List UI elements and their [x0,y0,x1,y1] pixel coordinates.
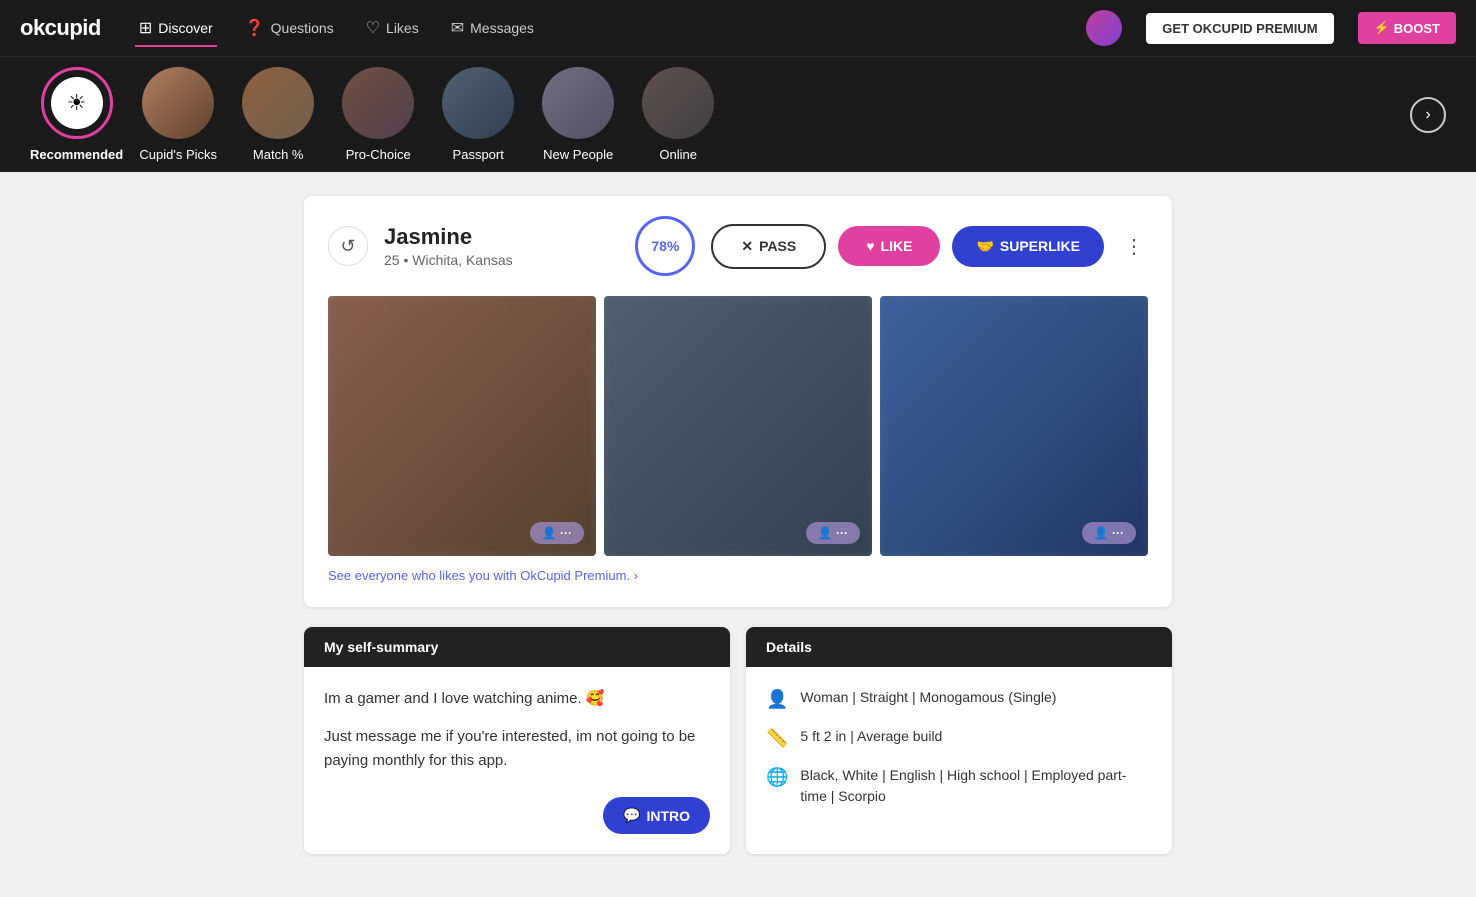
online-label: Online [659,147,697,162]
discover-next-button[interactable]: › [1410,97,1446,133]
new-people-thumb [542,67,614,139]
pro-choice-thumb [342,67,414,139]
premium-button[interactable]: GET OKCUPID PREMIUM [1146,13,1333,44]
pass-x-icon: ✕ [741,238,753,255]
bottom-grid: My self-summary Im a gamer and I love wa… [304,627,1172,854]
background-text: Black, White | English | High school | E… [800,765,1152,807]
self-summary-header: My self-summary [304,627,730,667]
nav-item-discover[interactable]: ⊞ Discover [135,10,217,46]
navbar: okcupid ⊞ Discover ❓ Questions ♡ Likes ✉… [0,0,1476,56]
intro-chat-icon: 💬 [623,807,640,824]
discover-item-passport[interactable]: Passport [433,67,523,162]
nav-label-discover: Discover [158,20,212,36]
discover-item-pro-choice[interactable]: Pro-Choice [333,67,423,162]
details-row-1: 👤 Woman | Straight | Monogamous (Single) [766,687,1152,710]
nav-label-questions: Questions [271,20,334,36]
action-buttons: ✕ PASS ♥ LIKE 🤝 SUPERLIKE [711,224,1104,269]
premium-link[interactable]: See everyone who likes you with OkCupid … [328,568,1148,583]
messages-icon: ✉ [451,18,464,38]
online-thumb [642,67,714,139]
self-summary-section: My self-summary Im a gamer and I love wa… [304,627,730,854]
match-thumb [242,67,314,139]
boost-button[interactable]: ⚡ BOOST [1358,12,1456,44]
match-percentage: 78% [635,216,695,276]
details-header: Details [746,627,1172,667]
profile-card: ↺ Jasmine 25 • Wichita, Kansas 78% ✕ PAS… [304,196,1172,607]
boost-label: BOOST [1394,21,1440,36]
undo-button[interactable]: ↺ [328,226,368,266]
photo-2-badge: 👤 ··· [806,522,860,544]
cupids-picks-thumb [142,67,214,139]
intro-button[interactable]: 💬 INTRO [603,797,710,834]
questions-icon: ❓ [245,18,265,38]
profile-name-section: Jasmine 25 • Wichita, Kansas [384,224,619,268]
boost-icon: ⚡ [1374,20,1390,36]
discover-icon: ⊞ [139,18,152,38]
like-button[interactable]: ♥ LIKE [838,226,940,266]
discover-item-online[interactable]: Online [633,67,723,162]
profile-name: Jasmine [384,224,619,250]
self-summary-body: Im a gamer and I love watching anime. 🥰 … [304,667,730,854]
photos-grid: 👤 ··· 👤 ··· 👤 ··· [328,296,1148,556]
photo-1-badge: 👤 ··· [530,522,584,544]
gender-icon: 👤 [766,689,788,710]
discover-item-match[interactable]: Match % [233,67,323,162]
nav-item-likes[interactable]: ♡ Likes [362,10,423,46]
nav-item-questions[interactable]: ❓ Questions [241,10,338,46]
superlike-icon: 🤝 [976,238,993,255]
discover-item-recommended[interactable]: ☀ Recommended [30,67,123,162]
gender-text: Woman | Straight | Monogamous (Single) [800,687,1056,708]
height-icon: 📏 [766,728,788,749]
logo[interactable]: okcupid [20,15,101,41]
self-summary-text: Im a gamer and I love watching anime. 🥰 … [324,687,710,773]
summary-line-2: Just message me if you're interested, im… [324,725,710,773]
new-people-label: New People [543,147,613,162]
profile-location: 25 • Wichita, Kansas [384,252,619,268]
passport-thumb [442,67,514,139]
match-label: Match % [253,147,304,162]
nav-label-likes: Likes [386,20,419,36]
discover-bar: ☀ Recommended Cupid's Picks Match % Pro-… [0,56,1476,172]
nav-item-messages[interactable]: ✉ Messages [447,10,538,46]
pro-choice-label: Pro-Choice [346,147,411,162]
photo-3-badge: 👤 ··· [1082,522,1136,544]
likes-icon: ♡ [366,18,380,38]
discover-item-new-people[interactable]: New People [533,67,623,162]
details-row-3: 🌐 Black, White | English | High school |… [766,765,1152,807]
photo-1[interactable]: 👤 ··· [328,296,596,556]
like-heart-icon: ♥ [866,238,874,254]
recommended-thumb: ☀ [41,67,113,139]
discover-item-cupids-picks[interactable]: Cupid's Picks [133,67,223,162]
superlike-button[interactable]: 🤝 SUPERLIKE [952,226,1104,267]
height-text: 5 ft 2 in | Average build [800,726,942,747]
globe-icon: 🌐 [766,767,788,788]
summary-line-1: Im a gamer and I love watching anime. 🥰 [324,687,710,711]
cupids-picks-label: Cupid's Picks [139,147,217,162]
details-body: 👤 Woman | Straight | Monogamous (Single)… [746,667,1172,843]
pass-button[interactable]: ✕ PASS [711,224,826,269]
photo-3[interactable]: 👤 ··· [880,296,1148,556]
nav-label-messages: Messages [470,20,534,36]
details-section: Details 👤 Woman | Straight | Monogamous … [746,627,1172,854]
user-avatar[interactable] [1086,10,1122,46]
profile-info: Jasmine 25 • Wichita, Kansas 78% ✕ PASS … [384,216,1148,276]
main-content: ↺ Jasmine 25 • Wichita, Kansas 78% ✕ PAS… [288,196,1188,854]
recommended-label: Recommended [30,147,123,162]
more-options-button[interactable]: ⋮ [1120,230,1148,263]
recommended-icon: ☀ [51,77,103,129]
photo-2[interactable]: 👤 ··· [604,296,872,556]
details-row-2: 📏 5 ft 2 in | Average build [766,726,1152,749]
passport-label: Passport [453,147,504,162]
